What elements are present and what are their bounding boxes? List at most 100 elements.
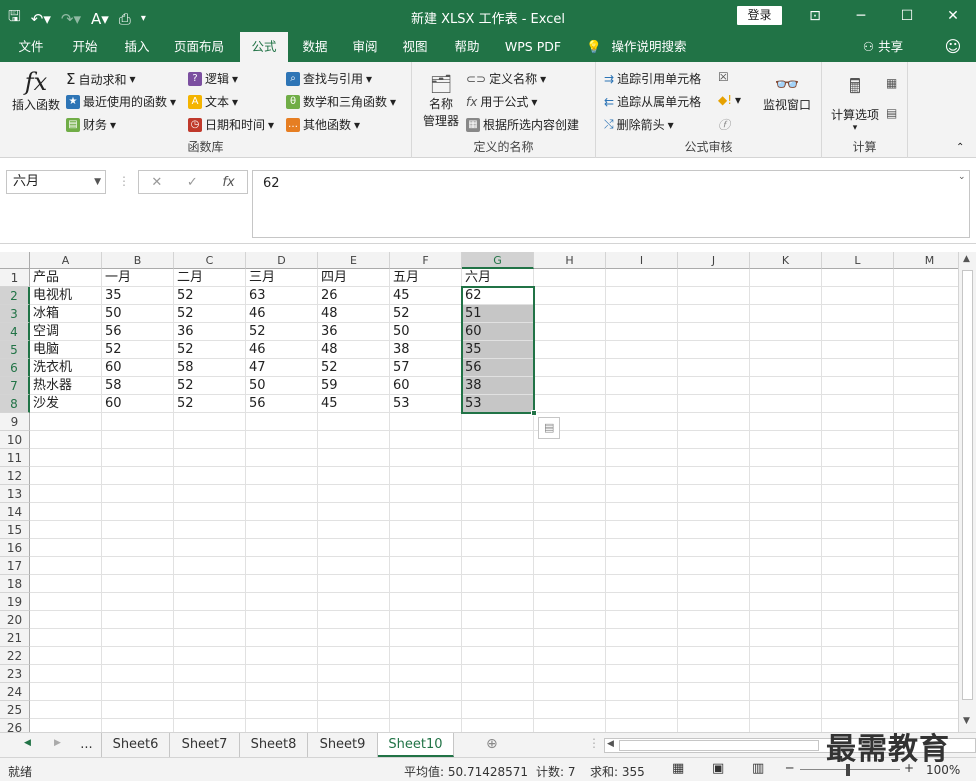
cell[interactable] bbox=[750, 269, 822, 287]
sheet-tab[interactable]: Sheet6 bbox=[102, 733, 170, 757]
cell[interactable]: 60 bbox=[462, 323, 534, 341]
chevron-down-icon[interactable]: ▼ bbox=[94, 171, 101, 193]
vertical-scroll-thumb[interactable] bbox=[962, 270, 973, 700]
cell[interactable] bbox=[462, 557, 534, 575]
cell[interactable] bbox=[102, 701, 174, 719]
cell[interactable] bbox=[750, 467, 822, 485]
cell[interactable] bbox=[822, 269, 894, 287]
cell[interactable] bbox=[822, 413, 894, 431]
date-time-button[interactable]: ◷ 日期和时间 ▾ bbox=[188, 116, 274, 133]
cell[interactable] bbox=[462, 683, 534, 701]
formula-input[interactable]: 62 bbox=[252, 170, 970, 238]
cell[interactable] bbox=[750, 503, 822, 521]
cell[interactable] bbox=[246, 431, 318, 449]
cell[interactable] bbox=[678, 629, 750, 647]
cell[interactable] bbox=[30, 413, 102, 431]
cell[interactable]: 52 bbox=[174, 305, 246, 323]
financial-button[interactable]: ▤ 财务 ▾ bbox=[66, 116, 116, 133]
cell[interactable] bbox=[462, 449, 534, 467]
cell[interactable] bbox=[246, 629, 318, 647]
show-formulas-icon[interactable]: ☒ bbox=[718, 70, 729, 84]
row-header[interactable]: 26 bbox=[0, 719, 30, 732]
cell[interactable] bbox=[30, 539, 102, 557]
cell[interactable] bbox=[534, 593, 606, 611]
cell[interactable]: 三月 bbox=[246, 269, 318, 287]
row-header[interactable]: 3 bbox=[0, 305, 30, 323]
cell[interactable] bbox=[102, 557, 174, 575]
page-layout-view-icon[interactable]: ▣ bbox=[712, 761, 724, 776]
quick-analysis-icon[interactable]: ▤ bbox=[538, 417, 560, 439]
row-header[interactable]: 9 bbox=[0, 413, 30, 431]
cell[interactable] bbox=[390, 593, 462, 611]
evaluate-formula-icon[interactable]: ⓕ bbox=[718, 116, 730, 133]
vertical-scrollbar[interactable]: ▲ ▼ bbox=[958, 252, 976, 732]
cell[interactable] bbox=[102, 539, 174, 557]
cell[interactable] bbox=[462, 647, 534, 665]
cell[interactable] bbox=[678, 719, 750, 732]
cell[interactable] bbox=[822, 431, 894, 449]
prev-sheet-icon[interactable]: ◀ bbox=[24, 738, 31, 748]
cell[interactable] bbox=[534, 323, 606, 341]
cell[interactable] bbox=[750, 647, 822, 665]
cell[interactable] bbox=[102, 521, 174, 539]
cell[interactable] bbox=[750, 287, 822, 305]
tab-split-grip-icon[interactable]: ⋮ bbox=[588, 736, 600, 750]
worksheet-grid[interactable]: A B C D E F G H I J K L M 1 产品 一月 二月 三月 四月 五月 六月 2 电视机 35 52 63 26… bbox=[0, 252, 958, 732]
column-header-g[interactable]: G bbox=[462, 252, 534, 269]
cell[interactable] bbox=[462, 719, 534, 732]
select-all-corner[interactable] bbox=[0, 252, 30, 269]
use-in-formula-button[interactable]: fx 用于公式 ▾ bbox=[466, 93, 537, 110]
cell[interactable]: 60 bbox=[390, 377, 462, 395]
cell[interactable] bbox=[678, 341, 750, 359]
cell[interactable] bbox=[390, 467, 462, 485]
cell[interactable]: 35 bbox=[102, 287, 174, 305]
cell[interactable] bbox=[606, 377, 678, 395]
cell[interactable]: 52 bbox=[174, 287, 246, 305]
collapse-ribbon-icon[interactable]: ⌃ bbox=[956, 142, 964, 153]
cell[interactable] bbox=[894, 287, 958, 305]
cell[interactable] bbox=[606, 611, 678, 629]
cell[interactable] bbox=[102, 611, 174, 629]
cell[interactable] bbox=[606, 413, 678, 431]
cell[interactable] bbox=[750, 593, 822, 611]
cell[interactable]: 沙发 bbox=[30, 395, 102, 413]
cell[interactable] bbox=[246, 521, 318, 539]
cell[interactable] bbox=[462, 467, 534, 485]
cell[interactable] bbox=[174, 539, 246, 557]
row-header[interactable]: 25 bbox=[0, 701, 30, 719]
cell[interactable] bbox=[678, 647, 750, 665]
cell[interactable]: 洗衣机 bbox=[30, 359, 102, 377]
cell[interactable] bbox=[894, 413, 958, 431]
define-name-button[interactable]: ⊂⊃ 定义名称 ▾ bbox=[466, 70, 546, 87]
cell[interactable] bbox=[318, 431, 390, 449]
tab-help[interactable]: 帮助 bbox=[446, 32, 488, 62]
cell[interactable] bbox=[30, 575, 102, 593]
row-header[interactable]: 4 bbox=[0, 323, 30, 341]
cell[interactable] bbox=[102, 575, 174, 593]
cell[interactable] bbox=[534, 485, 606, 503]
cell[interactable] bbox=[174, 647, 246, 665]
row-header[interactable]: 20 bbox=[0, 611, 30, 629]
cell[interactable] bbox=[30, 467, 102, 485]
cell[interactable] bbox=[894, 647, 958, 665]
cell[interactable] bbox=[678, 395, 750, 413]
cell[interactable] bbox=[318, 521, 390, 539]
cell[interactable]: 产品 bbox=[30, 269, 102, 287]
cell[interactable] bbox=[606, 683, 678, 701]
cell[interactable] bbox=[102, 449, 174, 467]
cell[interactable] bbox=[246, 413, 318, 431]
cell[interactable] bbox=[894, 701, 958, 719]
tab-insert[interactable]: 插入 bbox=[116, 32, 158, 62]
cell[interactable] bbox=[174, 593, 246, 611]
row-header[interactable]: 14 bbox=[0, 503, 30, 521]
cell[interactable] bbox=[390, 719, 462, 732]
sheet-tab[interactable]: Sheet7 bbox=[170, 733, 240, 757]
cell[interactable] bbox=[174, 503, 246, 521]
cell[interactable] bbox=[822, 539, 894, 557]
cell[interactable] bbox=[678, 485, 750, 503]
calculate-sheet-icon[interactable]: ▤ bbox=[886, 106, 897, 120]
cell[interactable]: 六月 bbox=[462, 269, 534, 287]
cell[interactable] bbox=[246, 593, 318, 611]
cell[interactable]: 53 bbox=[462, 395, 534, 413]
cell[interactable] bbox=[30, 719, 102, 732]
